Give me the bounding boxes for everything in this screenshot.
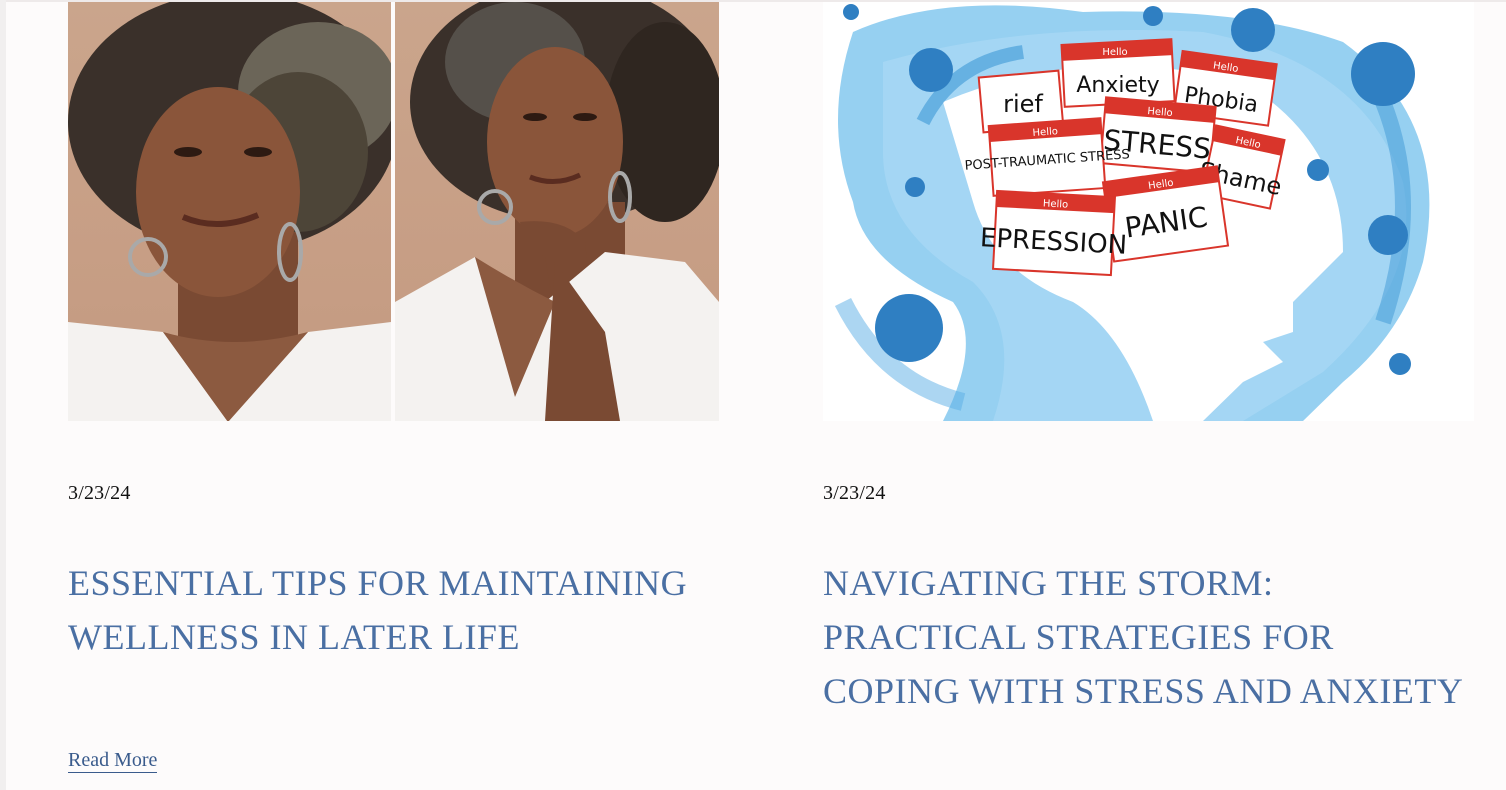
page-left-edge [0, 0, 6, 790]
svg-text:Hello: Hello [1102, 47, 1127, 58]
post-thumbnail[interactable]: Hello Anxiety Hello Phobia rief Hello ST… [823, 2, 1474, 421]
post-title[interactable]: ESSENTIAL TIPS FOR MAINTAINING WELLNESS … [68, 556, 719, 664]
post-title[interactable]: NAVIGATING THE STORM: PRACTICAL STRATEGI… [823, 556, 1474, 718]
svg-text:Anxiety: Anxiety [1076, 73, 1159, 98]
post-thumbnail[interactable] [68, 2, 719, 421]
portrait-image-left [68, 2, 391, 421]
svg-text:Hello: Hello [1043, 198, 1069, 210]
read-more-link[interactable]: Read More [68, 748, 158, 773]
svg-text:Hello: Hello [1147, 106, 1173, 119]
post-date: 3/23/24 [823, 482, 886, 504]
mental-health-illustration: Hello Anxiety Hello Phobia rief Hello ST… [823, 2, 1474, 421]
svg-text:Hello: Hello [1032, 126, 1058, 139]
svg-text:rief: rief [1003, 90, 1043, 118]
post-date: 3/23/24 [68, 482, 131, 504]
portrait-image-right [395, 2, 719, 421]
